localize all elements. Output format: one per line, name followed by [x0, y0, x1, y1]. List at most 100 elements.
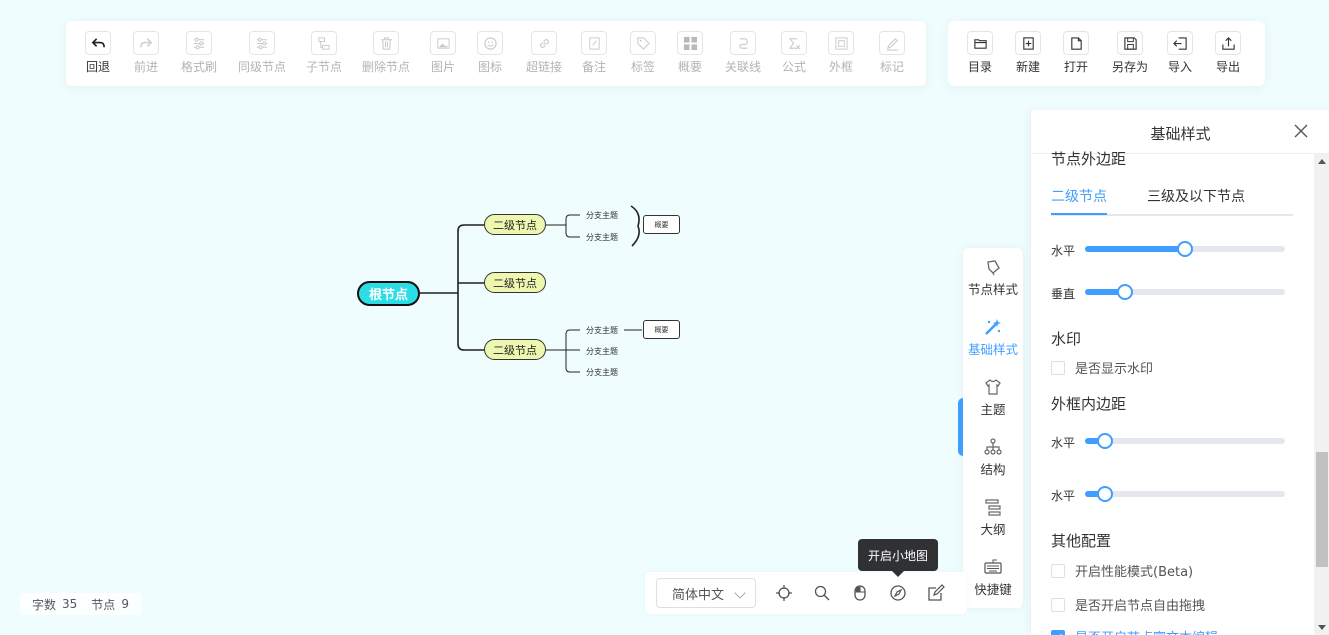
performance-mode-checkbox[interactable]: 开启性能模式(Beta) — [1051, 561, 1193, 580]
slider-label: 垂直 — [1051, 287, 1076, 301]
summary-button[interactable]: 概要 — [660, 31, 720, 74]
branch-topic-node[interactable]: 分支主题 — [586, 231, 618, 243]
free-drag-checkbox[interactable]: 是否开启节点自由拖拽 — [1051, 595, 1205, 614]
toolbar-label: 回退 — [85, 60, 110, 74]
toolbar-icon-frame — [581, 31, 607, 55]
mark-button[interactable]: 标记 — [862, 31, 922, 74]
sidebar-item-shortcuts[interactable]: 快捷键 — [963, 558, 1023, 598]
locate-center-icon[interactable] — [775, 584, 793, 602]
sidebar-item-basic-style[interactable]: 基础样式 — [963, 318, 1023, 358]
toolbar-label: 同级节点 — [237, 60, 286, 74]
sidebar-item-outline[interactable]: 大纲 — [963, 498, 1023, 538]
branch-topic-node[interactable]: 分支主题 — [586, 345, 618, 357]
mindmap-connectors — [420, 205, 642, 373]
scrollbar-thumb[interactable] — [1316, 452, 1328, 567]
toolbar-label: 标记 — [879, 60, 904, 74]
tab-second-level[interactable]: 二级节点 — [1051, 186, 1107, 206]
toolbar-label: 子节点 — [305, 60, 342, 74]
summary-node[interactable]: 概要 — [643, 215, 680, 234]
association-line-icon — [738, 37, 748, 49]
export-button[interactable]: 导出 — [1198, 31, 1258, 74]
emoji-button[interactable]: 图标 — [460, 31, 520, 74]
sidebar-item-theme[interactable]: 主题 — [963, 378, 1023, 418]
toolbar-label: 图标 — [477, 60, 502, 74]
delete-node-button[interactable]: 删除节点 — [356, 31, 416, 74]
section-title-watermark: 水印 — [1051, 330, 1082, 348]
checkbox-box[interactable] — [1051, 597, 1065, 612]
rich-text-checkbox[interactable]: 是否开启节点富文本编辑 — [1051, 627, 1218, 635]
node-count-label: 节点 — [91, 597, 116, 612]
mindmap-canvas[interactable]: 根节点 二级节点 二级节点 二级节点 分支主题 分支主题 分支主题 分支主题 分… — [0, 100, 960, 580]
toolbar-label: 概要 — [677, 60, 702, 74]
frame-padding-horizontal-slider[interactable] — [1085, 433, 1285, 449]
show-watermark-checkbox[interactable]: 是否显示水印 — [1051, 358, 1153, 377]
open-file-button[interactable]: 打开 — [1046, 31, 1106, 74]
root-node[interactable]: 根节点 — [357, 281, 420, 306]
status-counts: 字数 35 节点 9 — [20, 593, 141, 615]
branch-topic-node[interactable]: 分支主题 — [586, 324, 618, 336]
emoji-icon — [483, 36, 497, 50]
branch-topic-node[interactable]: 分支主题 — [586, 366, 618, 378]
toolbar-label: 目录 — [967, 60, 992, 74]
section-title-node-margin: 节点外边距 — [1051, 150, 1127, 168]
slider-label: 水平 — [1051, 489, 1076, 503]
checkbox-box-checked[interactable] — [1051, 629, 1065, 635]
slider-handle[interactable] — [1177, 241, 1193, 257]
slider-handle[interactable] — [1097, 433, 1113, 449]
search-icon[interactable] — [813, 584, 831, 602]
summary-icon — [683, 36, 697, 50]
toolbar-icon-frame — [828, 31, 854, 55]
keyboard-icon — [984, 559, 1002, 574]
second-level-node[interactable]: 二级节点 — [484, 214, 546, 235]
language-select[interactable]: 简体中文 — [656, 578, 756, 608]
scroll-up-icon[interactable] — [1318, 159, 1326, 164]
node-margin-horizontal-slider[interactable] — [1085, 241, 1285, 257]
panel-scrollbar[interactable] — [1314, 154, 1329, 635]
save-as-icon — [1123, 36, 1137, 50]
child-node-button[interactable]: 子节点 — [294, 31, 354, 74]
format-painter-button[interactable]: 格式刷 — [169, 31, 229, 74]
section-title-other: 其他配置 — [1051, 532, 1112, 550]
compass-icon[interactable] — [889, 584, 907, 602]
toolbar-icon-frame — [186, 31, 212, 55]
frame-padding-vertical-slider[interactable] — [1085, 486, 1285, 502]
delete-node-icon — [380, 36, 392, 50]
branch-topic-node[interactable]: 分支主题 — [586, 209, 618, 221]
minimap-tooltip: 开启小地图 — [858, 539, 938, 577]
summary-node[interactable]: 概要 — [643, 320, 680, 339]
note-icon — [588, 36, 600, 50]
redo-button[interactable]: 前进 — [116, 31, 176, 74]
toolbar-label: 外框 — [828, 60, 853, 74]
scroll-down-icon[interactable] — [1318, 625, 1326, 630]
bottom-toolbar: 简体中文 — [645, 572, 967, 614]
connector-third-3c — [565, 350, 580, 373]
word-count-label: 字数 — [32, 597, 57, 612]
second-level-node[interactable]: 二级节点 — [484, 339, 546, 360]
second-level-node[interactable]: 二级节点 — [484, 272, 546, 293]
toolbar-label: 导入 — [1167, 60, 1192, 74]
toolbar-label: 另存为 — [1111, 60, 1148, 74]
toolbar-icon-frame — [677, 31, 703, 55]
slider-label: 水平 — [1051, 436, 1076, 450]
close-icon[interactable] — [1293, 123, 1309, 139]
toolbar-label: 超链接 — [525, 60, 562, 74]
slider-handle[interactable] — [1097, 486, 1113, 502]
import-icon — [1172, 36, 1187, 50]
sidebar-item-node-style[interactable]: 节点样式 — [963, 258, 1023, 298]
edit-icon[interactable] — [927, 584, 945, 602]
toolbar-icon-frame — [630, 31, 656, 55]
toolbar-file: 目录 新建 打开 另存为 导入 导出 — [948, 21, 1265, 86]
undo-icon — [91, 37, 105, 47]
toolbar-label: 新建 — [1015, 60, 1040, 74]
toolbar-icon-frame — [133, 31, 159, 55]
mouse-icon[interactable] — [851, 584, 869, 602]
sidebar-item-structure[interactable]: 结构 — [963, 438, 1023, 478]
toolbar-label: 导出 — [1215, 60, 1240, 74]
checkbox-box[interactable] — [1051, 563, 1065, 578]
node-margin-vertical-slider[interactable] — [1085, 284, 1285, 300]
slider-handle[interactable] — [1117, 284, 1133, 300]
tab-third-level[interactable]: 三级及以下节点 — [1147, 186, 1245, 206]
sibling-node-button[interactable]: 同级节点 — [232, 31, 292, 74]
checkbox-box[interactable] — [1051, 360, 1065, 375]
structure-icon — [984, 438, 1002, 455]
